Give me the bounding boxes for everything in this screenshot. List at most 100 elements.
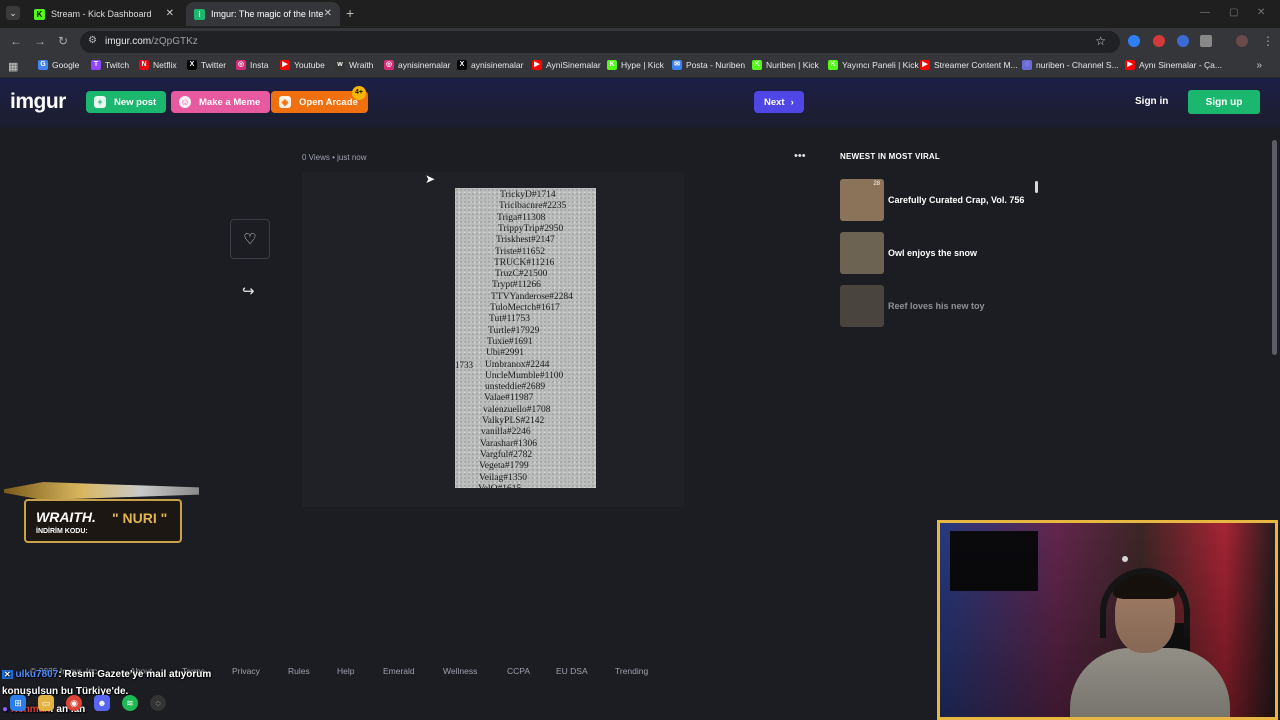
tab-search-button[interactable]: ⌄ [6, 6, 20, 20]
file-explorer-icon[interactable]: ▭ [38, 695, 54, 711]
handwritten-name: TrippyTrip#2950 [498, 223, 564, 234]
new-tab-button[interactable]: + [346, 5, 354, 21]
bookmark-item[interactable]: K Nuriben | Kick [752, 60, 819, 70]
bookmark-item[interactable]: K Hype | Kick [607, 60, 664, 70]
handwritten-name: VelO#1615 [478, 484, 521, 488]
new-post-label: New post [114, 96, 157, 108]
imgur-logo[interactable]: imgur [10, 90, 66, 114]
arcade-badge: 4+ [352, 86, 366, 100]
make-meme-button[interactable]: ☺ Make a Meme [171, 91, 271, 113]
menu-kebab-icon[interactable]: ⋮ [1262, 34, 1274, 48]
youtube-icon: ▶ [920, 60, 930, 70]
close-icon[interactable]: ✕ [324, 8, 332, 19]
tab-kick-dashboard[interactable]: K Stream - Kick Dashboard ✕ [26, 2, 182, 26]
heart-icon: ♡ [243, 231, 257, 248]
footer-link[interactable]: Trending [615, 666, 648, 676]
bookmark-item[interactable]: T Twitch [91, 60, 129, 70]
viral-thumbnail[interactable]: 28 [840, 179, 884, 221]
bookmark-item[interactable]: ◌ nuriben - Channel S... [1022, 60, 1119, 70]
sign-in-link[interactable]: Sign in [1135, 96, 1168, 107]
bookmark-item[interactable]: N Netflix [139, 60, 177, 70]
youtube-icon: ▶ [280, 60, 290, 70]
viral-scroll-indicator[interactable] [1035, 181, 1038, 193]
bookmark-item[interactable]: ◎ aynisinemalar [384, 60, 450, 70]
bookmark-star-icon[interactable]: ☆ [1095, 34, 1106, 48]
viral-post-item[interactable]: Reef loves his new toy [840, 284, 1040, 328]
tab-imgur[interactable]: i Imgur: The magic of the Interne ✕ [186, 2, 340, 26]
chevron-right-icon: › [790, 96, 794, 108]
footer-link[interactable]: Wellness [443, 666, 477, 676]
app-icon[interactable]: ◌ [150, 695, 166, 711]
bookmark-item[interactable]: K Yayıncı Paneli | Kick [828, 60, 919, 70]
windows-start-icon[interactable]: ⊞ [10, 695, 26, 711]
bookmark-item[interactable]: w Wraith [335, 60, 373, 70]
handwritten-name: Tut#11753 [489, 314, 531, 325]
reload-icon[interactable]: ↻ [58, 34, 68, 48]
mail-icon: ✉ [672, 60, 682, 70]
bookmark-item[interactable]: ◎ Insta [236, 60, 268, 70]
bookmarks-overflow-icon[interactable]: » [1256, 60, 1262, 71]
forward-icon[interactable]: → [34, 34, 46, 48]
taskbar: ⊞ ▭ ◉ ☻ ≋ ◌ [10, 695, 166, 711]
youtube-icon: ▶ [1125, 60, 1135, 70]
next-button[interactable]: Next › [754, 91, 804, 113]
handwritten-name: Vegeta#1799 [479, 461, 529, 472]
footer-link[interactable]: EU DSA [556, 666, 588, 676]
kick-icon: K [607, 60, 617, 70]
viral-thumbnail[interactable] [840, 232, 884, 274]
bookmark-item[interactable]: ▶ AyniSinemalar [532, 60, 601, 70]
sign-up-button[interactable]: Sign up [1188, 90, 1260, 114]
page-scrollbar[interactable] [1272, 140, 1277, 355]
spotify-icon[interactable]: ≋ [122, 695, 138, 711]
bookmark-item[interactable]: Xaynisinemalar [457, 60, 523, 70]
window-close-icon[interactable]: ✕ [1257, 7, 1265, 18]
handwritten-name: TTVYanderose#2284 [491, 291, 573, 302]
new-post-button[interactable]: + New post [86, 91, 167, 113]
viral-post-item[interactable]: Owl enjoys the snow [840, 231, 1040, 275]
handwritten-name: Umbranox#2244 [485, 359, 550, 370]
more-options-icon[interactable]: ••• [794, 150, 806, 162]
footer-link[interactable]: Rules [288, 666, 310, 676]
share-icon[interactable]: ↪ [242, 282, 255, 300]
apps-grid-icon[interactable]: ▦ [8, 60, 18, 73]
twitch-icon: T [91, 60, 101, 70]
like-button[interactable]: ♡ [230, 219, 270, 259]
bookmark-item[interactable]: G Google [38, 60, 79, 70]
maximize-icon[interactable]: ▢ [1229, 7, 1238, 18]
post-image[interactable]: TrickyD#1714 Triclbacnre#2235 Triga#11308 T… [455, 188, 596, 488]
handwritten-name: TRUCK#11216 [494, 257, 555, 268]
netflix-icon: N [139, 60, 149, 70]
site-info-icon[interactable]: ⚙ [88, 35, 97, 46]
url-field[interactable]: ⚙ imgur.com/zQpGTKz ☆ [80, 31, 1120, 53]
profile-avatar[interactable] [1236, 35, 1248, 47]
chat-badge-icon: ● [2, 704, 9, 715]
extension-icon[interactable] [1153, 35, 1165, 47]
bookmark-item[interactable]: ▶ Streamer Content M... [920, 60, 1018, 70]
extensions-puzzle-icon[interactable] [1200, 35, 1212, 47]
bookmark-item[interactable]: ✉ Posta - Nuriben [672, 60, 745, 70]
viral-thumbnail[interactable] [840, 285, 884, 327]
back-icon[interactable]: ← [10, 34, 22, 48]
minimize-icon[interactable]: — [1200, 7, 1210, 18]
close-icon[interactable]: ✕ [166, 8, 174, 19]
discord-icon[interactable]: ☻ [94, 695, 110, 711]
bookmark-item[interactable]: X Twitter [187, 60, 226, 70]
handwritten-name: Varashar#1306 [480, 438, 537, 449]
extension-icon[interactable] [1128, 35, 1140, 47]
imgur-header: imgur + New post ☺ Make a Meme ◈ Open Ar… [0, 78, 1280, 128]
make-meme-label: Make a Meme [199, 96, 261, 108]
viral-post-item[interactable]: 28 Carefully Curated Crap, Vol. 756 [840, 178, 1040, 222]
handwritten-name: Trypt#11266 [492, 280, 541, 291]
bookmark-item[interactable]: ▶ Aynı Sinemalar - Ça... [1125, 60, 1222, 70]
footer-link[interactable]: Help [337, 666, 354, 676]
footer-link[interactable]: Emerald [383, 666, 415, 676]
chrome-icon[interactable]: ◉ [66, 695, 82, 711]
handwritten-name: TuloMectch#1617 [490, 303, 560, 313]
bookmark-label: nuriben - Channel S... [1036, 60, 1119, 70]
handwritten-name: ValkyPLS#2142 [482, 416, 545, 426]
bookmark-item[interactable]: ▶ Youtube [280, 60, 325, 70]
extension-icon[interactable] [1177, 35, 1189, 47]
footer-link[interactable]: Privacy [232, 666, 260, 676]
handwritten-name: Triga#11308 [497, 212, 546, 223]
footer-link[interactable]: CCPA [507, 666, 530, 676]
